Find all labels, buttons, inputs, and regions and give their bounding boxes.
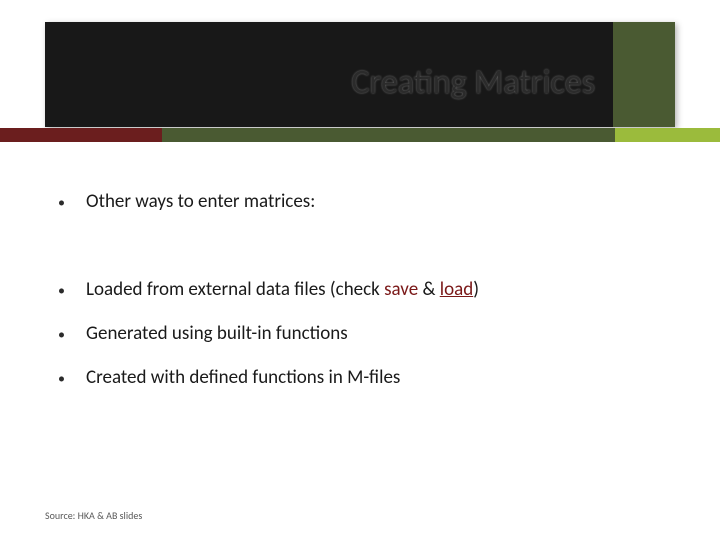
page-title: Creating Matrices bbox=[0, 62, 595, 103]
list-item: • Generated using built-in functions bbox=[58, 322, 670, 348]
list-item-text: Loaded from external data files (check s… bbox=[86, 278, 479, 301]
list-item: • Created with defined functions in M-fi… bbox=[58, 366, 670, 392]
list-item: • Other ways to enter matrices: bbox=[58, 190, 670, 216]
keyword-load: load bbox=[440, 278, 473, 301]
list-item-text: Generated using built-in functions bbox=[86, 322, 348, 345]
source-footer: Source: HKA & AB slides bbox=[45, 509, 142, 522]
content-area: • Other ways to enter matrices: • Loaded… bbox=[58, 190, 670, 392]
accent-stripe-lime bbox=[615, 128, 720, 142]
bullet-icon: • bbox=[58, 322, 86, 348]
bullet-icon: • bbox=[58, 366, 86, 392]
bullet-icon: • bbox=[58, 278, 86, 304]
accent-stripe-olive bbox=[162, 128, 615, 142]
title-text: Creating Matrices bbox=[351, 62, 595, 103]
text-fragment: & bbox=[418, 278, 440, 301]
keyword-save: save bbox=[384, 278, 418, 301]
list-item-text: Created with defined functions in M-file… bbox=[86, 366, 400, 389]
text-fragment: Loaded from external data files (check bbox=[86, 278, 384, 301]
accent-stripe-maroon bbox=[0, 128, 162, 142]
text-fragment: ) bbox=[473, 278, 479, 301]
list-item-text: Other ways to enter matrices: bbox=[86, 190, 315, 213]
bullet-icon: • bbox=[58, 190, 86, 216]
list-item: • Loaded from external data files (check… bbox=[58, 278, 670, 304]
